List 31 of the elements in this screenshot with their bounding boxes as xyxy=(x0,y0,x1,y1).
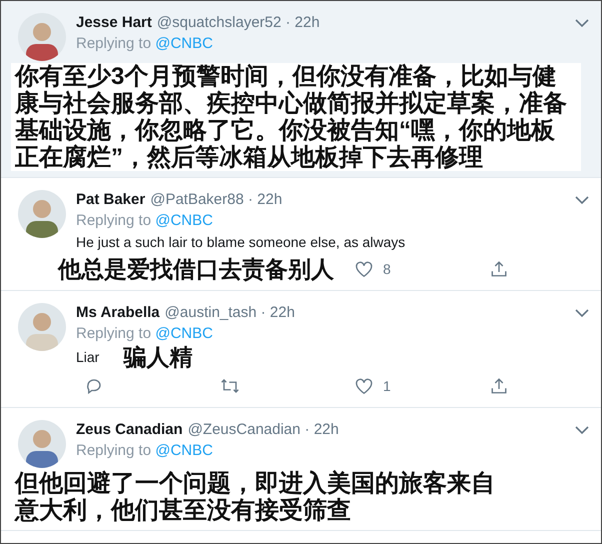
tweet-text: He just a such lair to blame someone else, as always xyxy=(76,233,406,252)
caret-icon[interactable] xyxy=(575,196,589,204)
avatar[interactable] xyxy=(18,190,66,238)
share-icon[interactable] xyxy=(490,260,508,278)
heart-icon[interactable] xyxy=(355,260,373,278)
avatar[interactable] xyxy=(18,420,66,468)
like-count: 8 xyxy=(383,261,391,277)
replying-to: Replying to @CNBC xyxy=(76,211,214,231)
handle-time: @ZeusCanadian · 22h xyxy=(188,420,339,440)
user-name[interactable]: Ms Arabella xyxy=(76,303,160,323)
user-name[interactable]: Pat Baker xyxy=(76,190,146,210)
tweet-text: Liar xyxy=(76,348,100,367)
user-name[interactable]: Zeus Canadian xyxy=(76,420,183,440)
subtitle: 你有至少3个月预警时间，但你没有准备，比如与健 康与社会服务部、疾控中心做简报并拟定草案，准备 基础设施，你忽略了它。你没被告知“嘿，你的地板 正在腐烂”，然后等冰箱从地板掉下去再修理 xyxy=(11,63,581,171)
share-icon[interactable] xyxy=(490,377,508,395)
caret-icon[interactable] xyxy=(575,426,589,434)
replying-to: Replying to @CNBC xyxy=(76,34,214,54)
reply-icon[interactable] xyxy=(85,377,103,395)
handle-time: @PatBaker88 · 22h xyxy=(150,190,282,210)
caret-icon[interactable] xyxy=(575,309,589,317)
avatar[interactable] xyxy=(18,13,66,61)
retweet-icon[interactable] xyxy=(220,377,240,395)
user-name[interactable]: Jesse Hart xyxy=(76,13,152,33)
caret-icon[interactable] xyxy=(575,19,589,27)
replying-to: Replying to @CNBC xyxy=(76,324,214,344)
replying-to: Replying to @CNBC xyxy=(76,441,214,461)
heart-icon[interactable] xyxy=(355,378,373,394)
handle-time: @austin_tash · 22h xyxy=(164,303,295,323)
like-count: 1 xyxy=(383,378,391,394)
handle-time: @squatchslayer52 · 22h xyxy=(156,13,320,33)
subtitle: 骗人精 xyxy=(123,345,192,369)
